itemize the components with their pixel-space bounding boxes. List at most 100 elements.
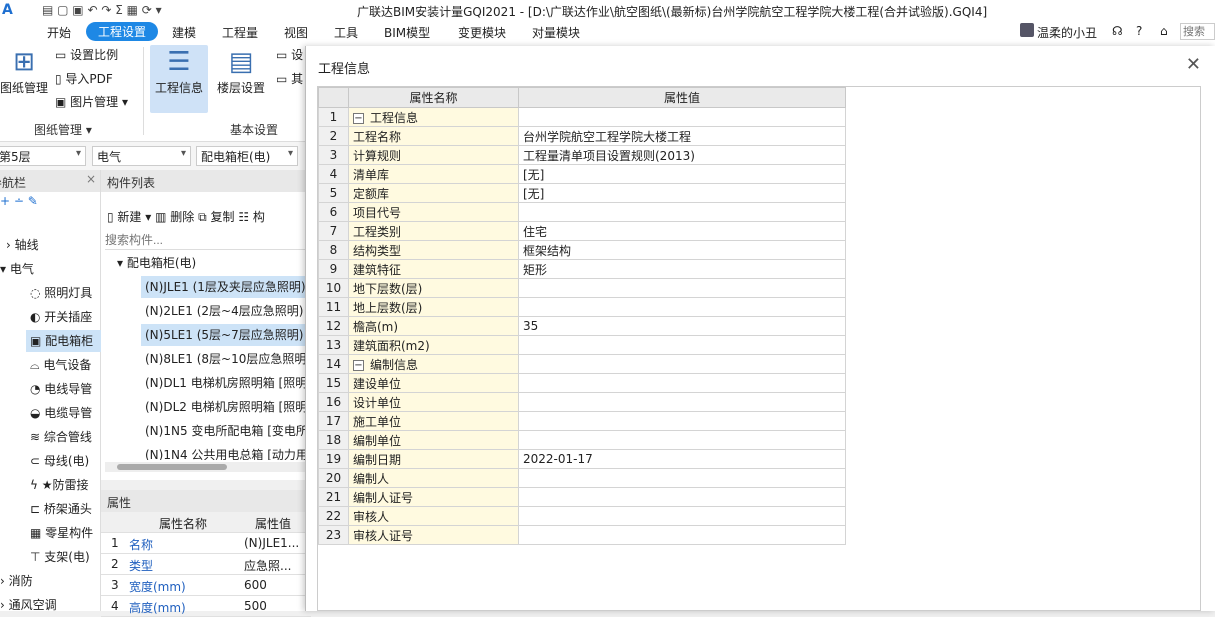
table-row[interactable]: 9 建筑特征 矩形 [318,259,846,279]
table-row[interactable]: 3 计算规则 工程量清单项目设置规则(2013) [318,145,846,165]
more-button[interactable]: ☷ 构 [238,210,265,224]
nav-item-switch[interactable]: ◐ 开关插座 [30,306,92,328]
help-icon[interactable]: ? [1136,24,1142,38]
table-row[interactable]: 23 审核人证号 [318,525,846,545]
table-row[interactable]: 16 设计单位 [318,392,846,412]
headset-icon[interactable]: ☊ [1112,24,1123,38]
close-icon[interactable]: ✕ [1186,54,1201,75]
discipline-select[interactable]: 电气 [92,146,191,166]
nav-item-busbar[interactable]: ⊂ 母线(电) [30,450,89,472]
menu-tools[interactable]: 工具 [334,24,358,41]
attribute-value[interactable] [518,373,846,393]
attribute-value[interactable] [518,468,846,488]
table-row[interactable]: 3 宽度(mm) 600 [101,575,311,596]
attribute-value[interactable] [518,506,846,526]
search-input[interactable] [1180,23,1215,40]
attribute-value[interactable] [518,487,846,507]
table-row[interactable]: 8 结构类型 框架结构 [318,240,846,260]
menu-change-module[interactable]: 变更模块 [458,24,506,41]
import-pdf-button[interactable]: ▯ 导入PDF [55,70,113,87]
delete-button[interactable]: ▥ 删除 [155,210,194,224]
drawing-mgmt-button[interactable]: ⊞ 图纸管理 [0,47,48,96]
attribute-value[interactable]: 矩形 [518,259,846,279]
attribute-value[interactable] [518,278,846,298]
attribute-value[interactable] [518,430,846,450]
group-row[interactable]: 1− 工程信息 [318,107,846,127]
table-row[interactable]: 17 施工单位 [318,411,846,431]
nav-item-misc[interactable]: ▦ 零星构件 [30,522,93,544]
nav-item-electrical[interactable]: ▾ 电气 [0,258,34,280]
nav-item-lighting[interactable]: ◌ 照明灯具 [30,282,92,304]
user-name[interactable]: 温柔的小丑 [1037,24,1097,41]
list-item[interactable]: (N)1N4 公共用电总箱 [动力用 [141,444,311,460]
component-search-input[interactable] [105,230,305,250]
table-row[interactable]: 2 类型 应急照... [101,554,311,575]
menu-view[interactable]: 视图 [284,24,308,41]
menu-start[interactable]: 开始 [47,24,71,41]
table-row[interactable]: 12 檐高(m) 35 [318,316,846,336]
image-mgmt-button[interactable]: ▣ 图片管理 ▾ [55,93,128,110]
project-info-button[interactable]: ☰ 工程信息 [150,45,208,113]
component-type-select[interactable]: 配电箱柜(电) [196,146,298,166]
attribute-value[interactable]: 35 [518,316,846,336]
menu-bim-model[interactable]: BIM模型 [384,24,430,41]
nav-item-axis[interactable]: › 轴线 [6,234,39,256]
table-row[interactable]: 5 定额库 [无] [318,183,846,203]
list-item[interactable]: (N)DL2 电梯机房照明箱 [照明 [141,396,311,418]
nav-item-lightning[interactable]: ϟ ★防雷接 [30,474,89,496]
attribute-value[interactable] [518,411,846,431]
menu-modeling[interactable]: 建模 [172,24,196,41]
table-row[interactable]: 4 清单库 [无] [318,164,846,184]
floor-select[interactable]: 第5层 [0,146,86,166]
shirt-icon[interactable]: ⌂ [1160,24,1168,38]
list-item[interactable]: (N)8LE1 (8层~10层应急照明) [141,348,311,370]
list-item[interactable]: (N)JLE1 (1层及夹层应急照明) [141,276,311,298]
close-icon[interactable]: × [86,172,96,186]
nav-item-cable-conduit[interactable]: ◒ 电缆导管 [30,402,92,424]
menu-quantity[interactable]: 工程量 [222,24,258,41]
menu-project-settings[interactable]: 工程设置 [86,22,159,41]
attribute-value[interactable]: 工程量清单项目设置规则(2013) [518,145,846,165]
nav-item-pipeline[interactable]: ≋ 综合管线 [30,426,92,448]
copy-button[interactable]: ⧉ 复制 [198,210,234,224]
table-row[interactable]: 7 工程类别 住宅 [318,221,846,241]
table-row[interactable]: 4 高度(mm) 500 [101,596,311,617]
horizontal-scrollbar[interactable] [105,462,305,472]
attribute-value[interactable]: 2022-01-17 [518,449,846,469]
other-button[interactable]: ▭ 其 [276,70,303,87]
table-row[interactable]: 2 工程名称 台州学院航空工程学院大楼工程 [318,126,846,146]
attribute-value[interactable]: 台州学院航空工程学院大楼工程 [518,126,846,146]
table-row[interactable]: 6 项目代号 [318,202,846,222]
list-item[interactable]: (N)2LE1 (2层~4层应急照明) [141,300,311,322]
table-row[interactable]: 15 建设单位 [318,373,846,393]
list-item[interactable]: (N)DL1 电梯机房照明箱 [照明 [141,372,311,394]
floor-settings-button[interactable]: ▤ 楼层设置 [214,47,268,96]
prop-value[interactable]: 600 [244,578,306,592]
attribute-value[interactable]: 住宅 [518,221,846,241]
nav-item-tray[interactable]: ⊏ 桥架通头 [30,498,92,520]
table-row[interactable]: 21 编制人证号 [318,487,846,507]
attribute-value[interactable] [518,202,846,222]
attribute-value[interactable]: [无] [518,164,846,184]
nav-item-electric-device[interactable]: ⌓ 电气设备 [30,354,91,376]
table-row[interactable]: 11 地上层数(层) [318,297,846,317]
table-row[interactable]: 10 地下层数(层) [318,278,846,298]
nav-item-distribution-box[interactable]: ▣ 配电箱柜 [26,330,101,352]
table-row[interactable]: 18 编制单位 [318,430,846,450]
table-row[interactable]: 20 编制人 [318,468,846,488]
nav-toolbar[interactable]: + ∸ ✎ [0,194,38,208]
prop-value[interactable]: (N)JLE1... [244,536,306,550]
quick-access-toolbar-icons[interactable]: ▤ ▢ ▣ ↶ ↷ Σ ▦ ⟳ ▾ [42,3,162,17]
attribute-value[interactable] [518,392,846,412]
table-row[interactable]: 19 编制日期 2022-01-17 [318,449,846,469]
nav-item-hvac[interactable]: › 通风空调 [0,594,57,616]
set-scale-button[interactable]: ▭ 设置比例 [55,46,118,63]
table-row[interactable]: 1 名称 (N)JLE1... [101,533,311,554]
avatar[interactable] [1020,23,1034,37]
nav-item-wire-conduit[interactable]: ◔ 电线导管 [30,378,92,400]
attribute-value[interactable] [518,335,846,355]
table-row[interactable]: 22 审核人 [318,506,846,526]
list-item[interactable]: (N)5LE1 (5层~7层应急照明) [141,324,311,346]
scrollbar-thumb[interactable] [117,464,227,470]
new-button[interactable]: ▯ 新建 ▾ [107,210,155,224]
